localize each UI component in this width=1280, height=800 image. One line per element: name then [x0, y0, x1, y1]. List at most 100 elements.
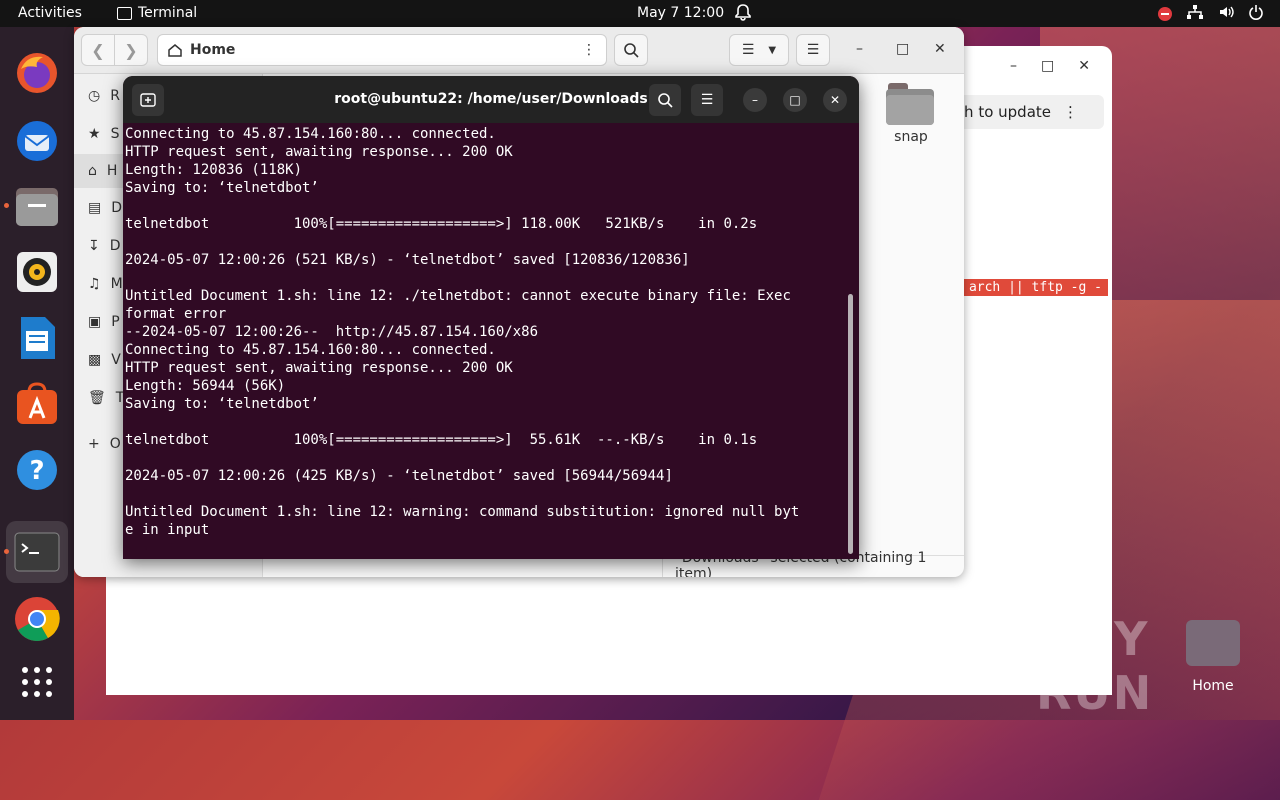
path-bar[interactable]: Home	[157, 34, 607, 66]
hamburger-icon: ☰	[700, 92, 714, 108]
sidebar-item-label: D	[111, 200, 123, 216]
plus-icon: +	[88, 436, 100, 452]
path-label: Home	[190, 42, 236, 58]
sidebar-item-documents[interactable]: ▤ D	[88, 200, 122, 216]
help-launcher[interactable]: ?	[12, 445, 62, 495]
back-button[interactable]: ❮	[81, 34, 115, 66]
terminal-launcher[interactable]	[6, 521, 68, 583]
rhythmbox-icon	[17, 252, 57, 292]
terminal-output[interactable]: Connecting to 45.87.154.160:80... connec…	[125, 125, 799, 539]
close-button[interactable]: ✕	[823, 88, 847, 112]
files-launcher[interactable]	[12, 181, 62, 231]
sidebar-item-pictures[interactable]: ▣ P	[88, 314, 120, 330]
system-tray[interactable]	[1158, 0, 1280, 27]
svg-text:?: ?	[29, 456, 44, 486]
app-center-icon	[17, 382, 57, 424]
sidebar-item-label: D	[109, 238, 121, 254]
highlighted-text: arch || tftp -g -	[962, 279, 1108, 296]
app-center-launcher[interactable]	[12, 379, 62, 429]
sidebar-item-label: V	[111, 352, 121, 368]
view-toggle-button[interactable]: ☰ ▼	[729, 34, 789, 66]
search-icon	[658, 93, 673, 108]
firefox-launcher[interactable]	[12, 48, 62, 98]
activities-button[interactable]: Activities	[18, 5, 82, 21]
rhythmbox-launcher[interactable]	[12, 247, 62, 297]
list-view-icon: ☰	[741, 42, 755, 58]
show-apps-button[interactable]	[12, 657, 62, 707]
firefox-icon	[17, 53, 57, 93]
maximize-button[interactable]: □	[896, 41, 909, 57]
sidebar-item-trash[interactable]: 🗑 T	[88, 390, 124, 406]
picture-icon: ▣	[88, 314, 102, 330]
sidebar-item-music[interactable]: ♫ M	[88, 276, 123, 292]
terminal-titlebar: root@ubuntu22: /home/user/Downloads ☰ – …	[123, 76, 859, 123]
active-app-menu[interactable]: Terminal	[117, 5, 197, 21]
maximize-icon: □	[789, 93, 801, 107]
chevron-down-icon: ▼	[768, 44, 777, 56]
sidebar-item-recent[interactable]: ◷ R	[88, 88, 120, 104]
bell-icon[interactable]	[735, 3, 751, 25]
sidebar-item-label: O	[109, 436, 121, 452]
minimize-button[interactable]: –	[1010, 58, 1017, 74]
clock[interactable]: May 7 12:00	[637, 5, 724, 21]
maximize-button[interactable]: □	[783, 88, 807, 112]
desktop-home-label[interactable]: Home	[1180, 678, 1246, 694]
kebab-menu-icon: ⋮	[582, 42, 596, 58]
search-button[interactable]	[649, 84, 681, 116]
video-icon: ▩	[88, 352, 102, 368]
sidebar-item-other-locations[interactable]: + O	[88, 436, 121, 452]
home-folder-icon[interactable]	[1186, 620, 1240, 666]
thunderbird-launcher[interactable]	[12, 115, 62, 165]
terminal-icon	[14, 532, 60, 572]
close-icon: ✕	[829, 93, 841, 107]
home-icon: ⌂	[88, 163, 97, 179]
forward-button[interactable]: ❯	[114, 34, 148, 66]
minimize-button[interactable]: –	[743, 88, 767, 112]
star-icon: ★	[88, 126, 101, 142]
window-controls: – □ ✕	[1010, 58, 1090, 74]
kebab-menu-icon[interactable]: ⋮	[1063, 103, 1078, 121]
minimize-button[interactable]: –	[856, 41, 863, 57]
search-button[interactable]	[614, 34, 648, 66]
download-icon: ↧	[88, 238, 100, 254]
sidebar-item-starred[interactable]: ★ S	[88, 126, 119, 142]
record-stop-icon[interactable]	[1158, 6, 1172, 21]
chevron-right-icon: ❯	[124, 40, 138, 60]
network-icon[interactable]	[1186, 4, 1204, 24]
search-icon	[624, 43, 639, 58]
power-icon[interactable]	[1248, 4, 1264, 24]
running-indicator	[4, 203, 9, 208]
writer-icon	[21, 317, 55, 359]
folder-label[interactable]: snap	[886, 129, 936, 145]
dock: ?	[0, 27, 74, 720]
close-button[interactable]: ✕	[1078, 58, 1090, 74]
sidebar-item-downloads[interactable]: ↧ D	[88, 238, 121, 254]
maximize-button[interactable]: □	[1041, 58, 1054, 74]
home-icon	[168, 44, 182, 57]
menu-button[interactable]: ☰	[691, 84, 723, 116]
minimize-icon: –	[752, 93, 758, 107]
main-menu-button[interactable]: ☰	[796, 34, 830, 66]
document-icon: ▤	[88, 200, 102, 216]
grid-icon	[22, 667, 52, 697]
files-icon	[16, 188, 58, 226]
scrollbar[interactable]	[848, 294, 853, 554]
sidebar-item-label: H	[106, 163, 118, 179]
file-manager-header: ❮ ❯ Home ⋮ ☰ ▼ ☰ – □ ✕	[74, 27, 964, 74]
terminal-window: root@ubuntu22: /home/user/Downloads ☰ – …	[123, 76, 859, 559]
trash-icon: 🗑	[88, 390, 106, 406]
running-indicator	[4, 549, 9, 554]
sidebar-item-videos[interactable]: ▩ V	[88, 352, 121, 368]
close-button[interactable]: ✕	[934, 41, 946, 57]
top-bar: Activities Terminal May 7 12:00	[0, 0, 1280, 27]
sidebar-item-label: R	[110, 88, 120, 104]
thunderbird-icon	[17, 121, 57, 161]
path-menu-button[interactable]: ⋮	[572, 34, 606, 66]
hamburger-icon: ☰	[806, 42, 820, 58]
folder-icon[interactable]	[886, 83, 934, 125]
writer-launcher[interactable]	[12, 313, 62, 363]
active-app-label: Terminal	[138, 5, 198, 21]
chrome-launcher[interactable]	[12, 594, 62, 644]
volume-icon[interactable]	[1218, 4, 1234, 24]
sidebar-item-label: P	[111, 314, 120, 330]
